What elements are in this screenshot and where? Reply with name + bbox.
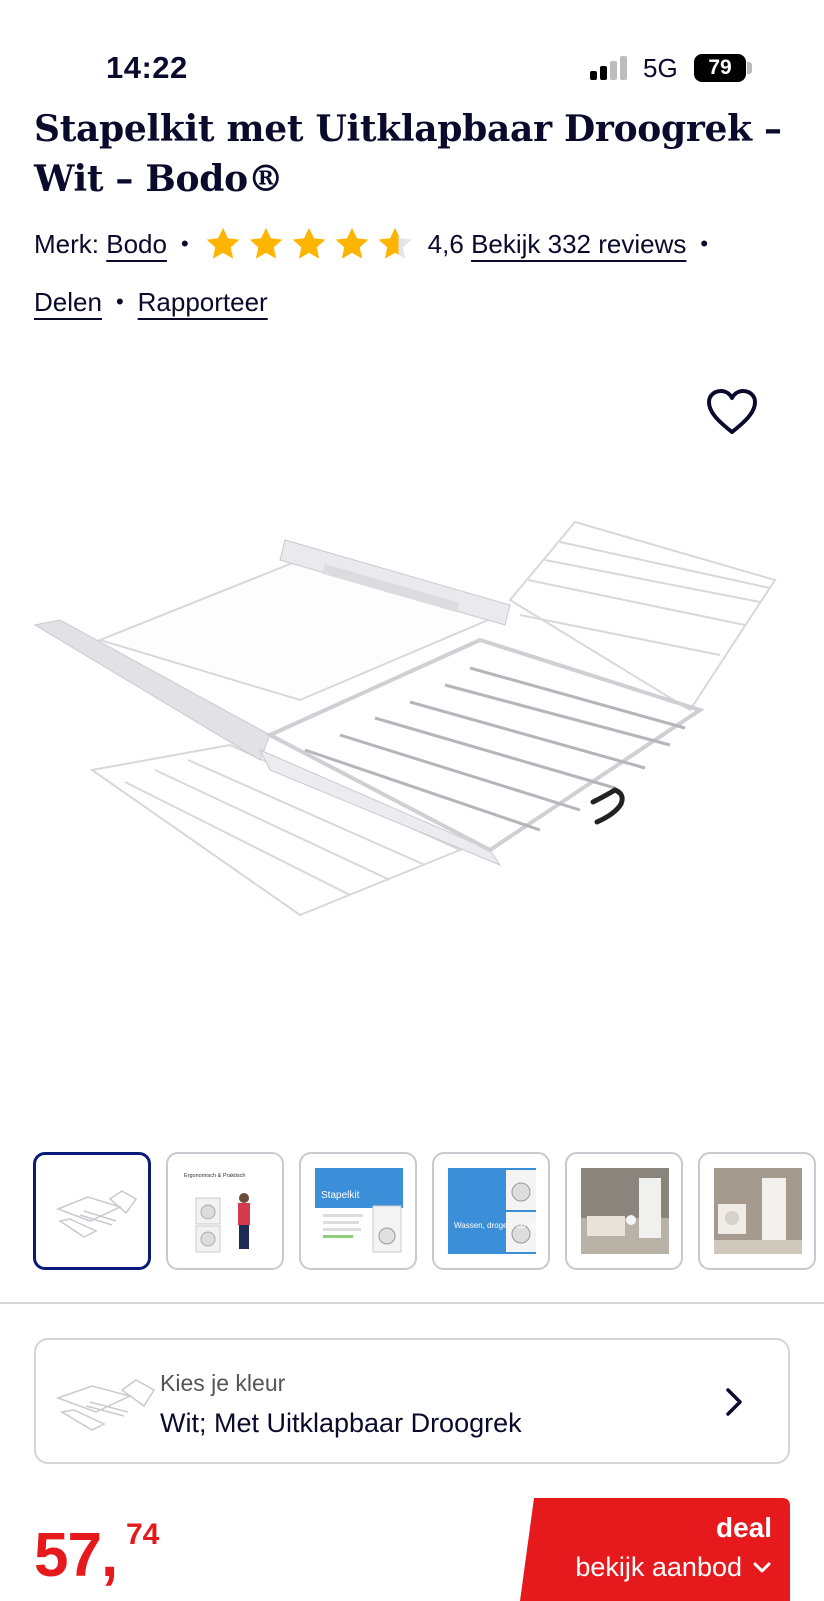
reviews-link[interactable]: Bekijk 332 reviews — [471, 229, 686, 260]
status-time: 14:22 — [106, 50, 188, 85]
separator-dot: • — [115, 289, 124, 314]
deal-subtitle: bekijk aanbod — [575, 1552, 772, 1583]
thumbnail-image — [581, 1168, 669, 1254]
thumbnail-text: Wassen, drogen, op elkaar. — [454, 1221, 536, 1230]
color-value: Wit; Met Uitklapbaar Droogrek — [160, 1408, 522, 1438]
rating-value: 4,6 — [427, 228, 464, 259]
status-bar: 14:22 5G 79 — [0, 0, 824, 100]
product-image[interactable] — [30, 520, 800, 940]
deal-title: deal — [715, 1512, 772, 1543]
thumbnail-text: Ergonomisch & Praktisch — [184, 1173, 245, 1179]
chevron-down-icon — [753, 1562, 771, 1572]
thumbnail[interactable]: Wassen, drogen, op elkaar. — [432, 1152, 550, 1270]
network-label: 5G — [643, 53, 678, 83]
heart-icon[interactable] — [706, 388, 758, 436]
star-icon — [335, 227, 368, 259]
signal-icon — [590, 56, 630, 80]
divider — [0, 1302, 824, 1304]
brand-link[interactable]: Bodo — [106, 229, 167, 260]
thumbnail-text: Stapelkit — [321, 1190, 360, 1201]
price-cents: 74 — [126, 1518, 160, 1551]
price: 57, 74 — [34, 1518, 159, 1591]
thumbnail-strip: Ergonomisch & Praktisch Stapelkit Wassen… — [33, 1152, 824, 1272]
thumbnail[interactable] — [33, 1152, 151, 1270]
thumbnail-image — [55, 1190, 138, 1238]
color-selector[interactable]: Kies je kleur Wit; Met Uitklapbaar Droog… — [34, 1338, 790, 1464]
thumbnail[interactable] — [698, 1152, 816, 1270]
brand-label: Merk: — [34, 228, 99, 259]
deal-button[interactable]: deal bekijk aanbod — [520, 1498, 790, 1601]
deal-subtitle-text: bekijk aanbod — [575, 1552, 742, 1582]
battery-icon: 79 — [694, 54, 746, 82]
rating-stars[interactable] — [203, 225, 418, 263]
thumbnail-image: Wassen, drogen, op elkaar. — [448, 1168, 536, 1254]
battery-nub — [747, 62, 752, 74]
product-meta: Merk: Bodo • 4,6 Bekijk 332 reviews • — [34, 224, 722, 264]
star-icon — [292, 227, 325, 259]
thumbnail[interactable]: Ergonomisch & Praktisch — [166, 1152, 284, 1270]
star-icon — [206, 227, 239, 259]
color-label: Kies je kleur — [160, 1370, 286, 1396]
star-icon — [249, 227, 282, 259]
thumbnail[interactable]: Stapelkit — [299, 1152, 417, 1270]
color-thumbnail — [55, 1379, 156, 1431]
report-link[interactable]: Rapporteer — [138, 287, 268, 318]
share-link[interactable]: Delen — [34, 287, 102, 318]
product-title: Stapelkit met Uitklapbaar Droogrek – Wit… — [34, 108, 782, 200]
product-actions: Delen • Rapporteer — [34, 282, 268, 322]
thumbnail[interactable] — [565, 1152, 683, 1270]
thumbnail-image: Stapelkit — [315, 1168, 403, 1253]
star-half-icon — [378, 227, 411, 259]
separator-dot: • — [180, 231, 189, 256]
separator-dot: • — [700, 231, 709, 256]
chevron-right-icon — [726, 1388, 742, 1416]
thumbnail-image: Ergonomisch & Praktisch — [184, 1173, 250, 1253]
thumbnail-image — [714, 1168, 802, 1254]
price-whole: 57, — [34, 1521, 118, 1590]
